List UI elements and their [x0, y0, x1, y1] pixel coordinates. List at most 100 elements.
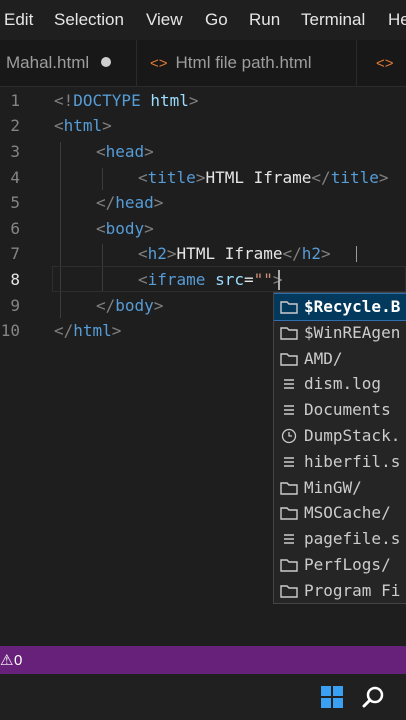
punct: < [96, 219, 106, 238]
menu-selection[interactable]: Selection [54, 10, 124, 30]
suggestion-item[interactable]: DumpStack. [274, 423, 406, 449]
punct: > [153, 193, 164, 212]
tab-active[interactable]: <> [376, 40, 402, 86]
suggestion-label: PerfLogs/ [304, 555, 391, 574]
tab-divider [136, 40, 137, 86]
menu-go[interactable]: Go [205, 10, 228, 30]
line-number: 3 [10, 142, 20, 161]
unsaved-dot-icon[interactable] [101, 56, 112, 67]
punct: > [321, 244, 331, 263]
punct: </ [96, 296, 116, 315]
punct: < [138, 270, 148, 289]
code-line-1[interactable]: <!DOCTYPE html> [54, 91, 199, 110]
search-icon[interactable] [362, 685, 386, 709]
suggestion-item[interactable]: $WinREAgen [274, 320, 406, 346]
punct: > [144, 219, 154, 238]
doctype-value: html [150, 91, 189, 110]
attribute-name: src [215, 270, 244, 289]
code-line-5[interactable]: </head> [96, 193, 163, 212]
tab-label: Mahal.html [6, 53, 90, 72]
code-line-8[interactable]: <iframe src=""> [138, 270, 283, 289]
suggestion-item[interactable]: $Recycle.B [274, 293, 406, 321]
folder-icon [280, 352, 298, 366]
line-number: 7 [10, 244, 20, 263]
punct: = [243, 270, 254, 289]
code-line-2[interactable]: <html> [54, 116, 112, 135]
punct: </ [311, 168, 331, 187]
suggestion-label: dism.log [304, 374, 382, 394]
line-number: 4 [10, 168, 20, 187]
suggestion-item[interactable]: Documents [274, 397, 406, 423]
text-content: HTML Iframe [205, 168, 312, 187]
suggestion-label: hiberfil.s [304, 451, 401, 471]
suggestion-item[interactable]: dism.log [274, 371, 406, 397]
suggestion-item[interactable]: PerfLogs/ [274, 552, 406, 578]
tab-mahal[interactable]: Mahal.html [6, 40, 112, 86]
suggestion-item[interactable]: hiberfil.s [274, 449, 406, 475]
tag-name: iframe [147, 270, 206, 289]
clock-icon [281, 428, 297, 444]
line-number: 5 [10, 193, 20, 212]
tag-name: head [115, 193, 154, 212]
suggestion-item[interactable]: pagefile.s [274, 526, 406, 552]
folder-icon [280, 559, 298, 572]
suggestion-label: MSOCache/ [304, 503, 391, 523]
tab-html-file-path[interactable]: <> Html file path.html [150, 40, 312, 86]
file-icon [284, 534, 294, 544]
windows-start-icon[interactable] [321, 686, 343, 708]
punct: > [378, 168, 389, 187]
line-number-active: 8 [10, 270, 20, 289]
code-line-10[interactable]: </html> [54, 321, 121, 340]
suggestion-label: $Recycle.B [304, 297, 401, 316]
punct: </ [282, 244, 302, 263]
problems-count[interactable]: 0 [14, 652, 22, 669]
code-line-7[interactable]: <h2>HTML Iframe</h2> [138, 244, 331, 263]
code-line-3[interactable]: <head> [96, 142, 154, 161]
menu-terminal[interactable]: Terminal [301, 10, 365, 30]
suggestion-item[interactable]: MinGW/ [274, 475, 406, 501]
file-icon [284, 457, 294, 467]
tag-name: title [330, 168, 379, 187]
path-suggestion-list[interactable]: $Recycle.B $WinREAgen AMD/dism.log Document… [273, 292, 406, 604]
code-line-6[interactable]: <body> [96, 219, 154, 238]
punct: > [153, 296, 164, 315]
file-icon [284, 405, 294, 415]
code-line-4[interactable]: <title>HTML Iframe</title> [138, 168, 389, 187]
punct: > [195, 168, 206, 187]
punct: < [54, 116, 64, 135]
suggestion-label: AMD/ [304, 348, 343, 368]
tag-name: html [73, 321, 112, 340]
suggestion-item[interactable]: Program Fi [274, 578, 406, 603]
suggestion-item[interactable]: MSOCache/ [274, 500, 406, 526]
tab-bar: Mahal.html <> Html file path.html <> [0, 40, 406, 87]
line-number: 1 [10, 91, 20, 110]
punct: < [138, 168, 148, 187]
menu-run[interactable]: Run [249, 10, 280, 30]
warning-icon[interactable]: ⚠ [0, 651, 13, 669]
tag-name: body [115, 296, 154, 315]
tag-name: h2 [301, 244, 322, 263]
indent-guide [102, 168, 103, 190]
code-line-9[interactable]: </body> [96, 296, 163, 315]
punct: > [111, 321, 122, 340]
tab-divider [356, 40, 357, 86]
suggestion-item[interactable]: AMD/ [274, 346, 406, 372]
menu-view[interactable]: View [146, 10, 183, 30]
menu-edit[interactable]: Edit [4, 10, 33, 30]
punct: > [102, 116, 112, 135]
attribute-value: "" [253, 270, 273, 289]
punct: < [138, 244, 148, 263]
suggestion-label: Documents [304, 400, 391, 420]
suggestion-label: Program Fi [304, 580, 401, 600]
suggestion-label: $WinREAgen [304, 322, 401, 342]
menu-help[interactable]: He [388, 10, 406, 30]
text-content: HTML Iframe [176, 244, 283, 263]
mouse-ibeam-cursor [356, 246, 357, 262]
folder-icon [280, 327, 298, 340]
status-bar: ⚠ 0 [0, 646, 406, 674]
punct: </ [54, 321, 74, 340]
menu-bar: Edit Selection View Go Run Terminal He [0, 0, 406, 40]
line-number: 10 [0, 321, 20, 340]
folder-icon [280, 507, 298, 521]
punct: > [144, 142, 154, 161]
